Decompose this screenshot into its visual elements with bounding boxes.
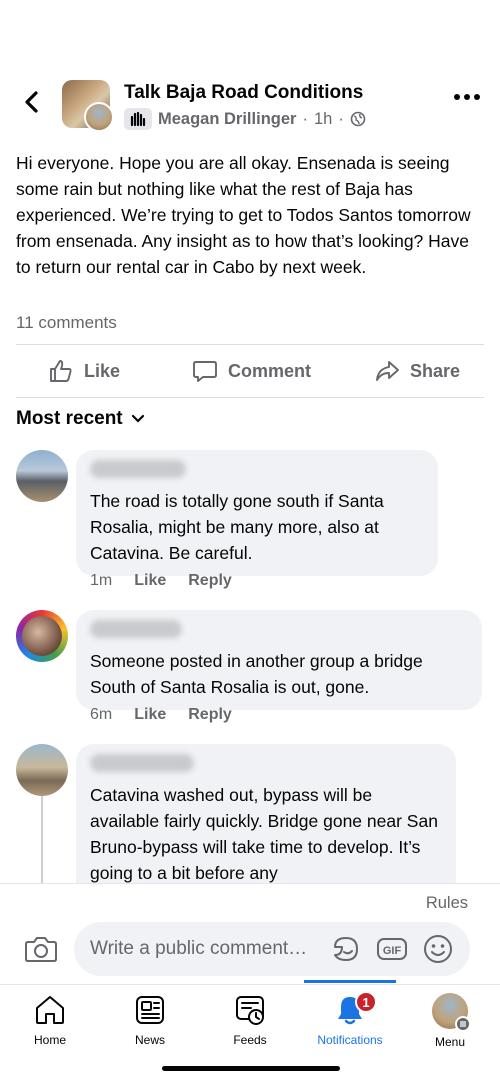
- sticker-button[interactable]: [330, 933, 362, 965]
- tab-news[interactable]: News: [105, 993, 195, 1057]
- commenter-name-blurred[interactable]: [90, 460, 186, 478]
- post-text: Hi everyone. Hope you are all okay. Ense…: [16, 153, 471, 277]
- comment-time[interactable]: 1m: [90, 572, 112, 590]
- tab-label: Menu: [434, 1035, 466, 1049]
- sort-label: Most recent: [16, 408, 123, 429]
- sticker-icon: [334, 937, 358, 961]
- commenter-avatar[interactable]: [16, 610, 68, 662]
- comment-reply-button[interactable]: Reply: [188, 572, 232, 590]
- share-icon: [376, 361, 399, 381]
- post-meta: Meagan Drillinger · 1h ·: [124, 108, 366, 130]
- active-tab-indicator: [304, 980, 396, 983]
- profile-avatar: [432, 993, 471, 1032]
- news-icon: [136, 996, 164, 1024]
- comment-bubble: The road is totally gone south if Santa …: [76, 450, 438, 576]
- camera-button[interactable]: [24, 932, 58, 966]
- tab-label: Home: [33, 1033, 66, 1047]
- gif-button[interactable]: GIF: [376, 933, 408, 965]
- camera-icon: [25, 937, 57, 962]
- comment-label: Comment: [228, 360, 312, 381]
- commenter-avatar[interactable]: [16, 744, 68, 796]
- comment-actions: 6m Like Reply: [90, 706, 232, 724]
- gif-label: GIF: [383, 945, 402, 957]
- comment-composer[interactable]: GIF: [74, 922, 470, 976]
- comment-text: The road is totally gone south if Santa …: [90, 491, 384, 563]
- avatar-photo: [22, 616, 62, 656]
- comment-actions: 1m Like Reply: [90, 572, 232, 590]
- comment-text: Catavina washed out, bypass will be avai…: [90, 785, 438, 883]
- divider: [16, 344, 484, 345]
- comment-input[interactable]: [90, 932, 330, 966]
- globe-icon: [350, 111, 366, 127]
- comment-reply-button[interactable]: Reply: [188, 706, 232, 724]
- emoji-button[interactable]: [422, 933, 454, 965]
- meta-separator: ·: [302, 109, 308, 128]
- comment-text: Someone posted in another group a bridge…: [90, 651, 423, 697]
- post-time[interactable]: 1h: [314, 110, 332, 129]
- tab-label: Notifications: [317, 1033, 383, 1047]
- rules-link[interactable]: Rules: [426, 894, 468, 913]
- comments-count[interactable]: 11 comments: [16, 313, 117, 333]
- commenter-name-blurred[interactable]: [90, 754, 194, 772]
- chevron-left-icon: [25, 91, 38, 113]
- comment-bubble: Someone posted in another group a bridge…: [76, 610, 482, 710]
- comment-button[interactable]: Comment: [192, 358, 311, 384]
- group-name[interactable]: Talk Baja Road Conditions: [124, 82, 363, 104]
- wave-hand-icon: [130, 111, 146, 127]
- group-avatar[interactable]: [62, 80, 114, 132]
- tab-feeds[interactable]: Feeds: [205, 993, 295, 1057]
- tab-notifications[interactable]: 1 Notifications: [305, 991, 395, 1057]
- back-button[interactable]: [18, 88, 46, 116]
- gif-icon: GIF: [377, 938, 407, 960]
- comment-like-button[interactable]: Like: [134, 706, 166, 724]
- dot: [464, 94, 470, 100]
- share-label: Share: [410, 360, 461, 381]
- menu-lines-icon: [460, 1021, 466, 1027]
- menu-badge: [455, 1016, 471, 1032]
- like-button[interactable]: Like: [48, 358, 120, 384]
- more-options-button[interactable]: [454, 94, 480, 100]
- tab-label: News: [134, 1033, 165, 1047]
- post-actions: Like Comment Share: [0, 350, 500, 394]
- commenter-name-blurred[interactable]: [90, 620, 182, 638]
- emoji-icon: [424, 935, 452, 963]
- sort-dropdown[interactable]: Most recent: [16, 408, 145, 430]
- admin-badge: [124, 108, 152, 130]
- tab-label: Feeds: [233, 1033, 267, 1047]
- comment-icon: [193, 361, 217, 382]
- chevron-down-icon: [131, 414, 144, 423]
- meta-separator: ·: [338, 109, 344, 128]
- home-indicator: [162, 1066, 340, 1071]
- home-icon: [36, 996, 64, 1024]
- like-label: Like: [84, 360, 121, 381]
- comment-bubble: Catavina washed out, bypass will be avai…: [76, 744, 456, 904]
- commenter-avatar[interactable]: [16, 450, 68, 502]
- post-header: Talk Baja Road Conditions Meagan Drillin…: [0, 76, 500, 136]
- notification-badge: 1: [355, 991, 377, 1013]
- comment-like-button[interactable]: Like: [134, 572, 166, 590]
- comment-time[interactable]: 6m: [90, 706, 112, 724]
- divider: [16, 397, 484, 398]
- author-avatar[interactable]: [84, 102, 114, 132]
- author-name[interactable]: Meagan Drillinger: [158, 110, 296, 129]
- dot: [454, 94, 460, 100]
- dot: [474, 94, 480, 100]
- tab-menu[interactable]: Menu: [405, 993, 495, 1057]
- share-button[interactable]: Share: [374, 358, 460, 384]
- tab-home[interactable]: Home: [5, 993, 95, 1057]
- feeds-icon: [236, 996, 264, 1025]
- thread-line: [41, 796, 43, 886]
- thumbs-up-icon: [50, 360, 72, 382]
